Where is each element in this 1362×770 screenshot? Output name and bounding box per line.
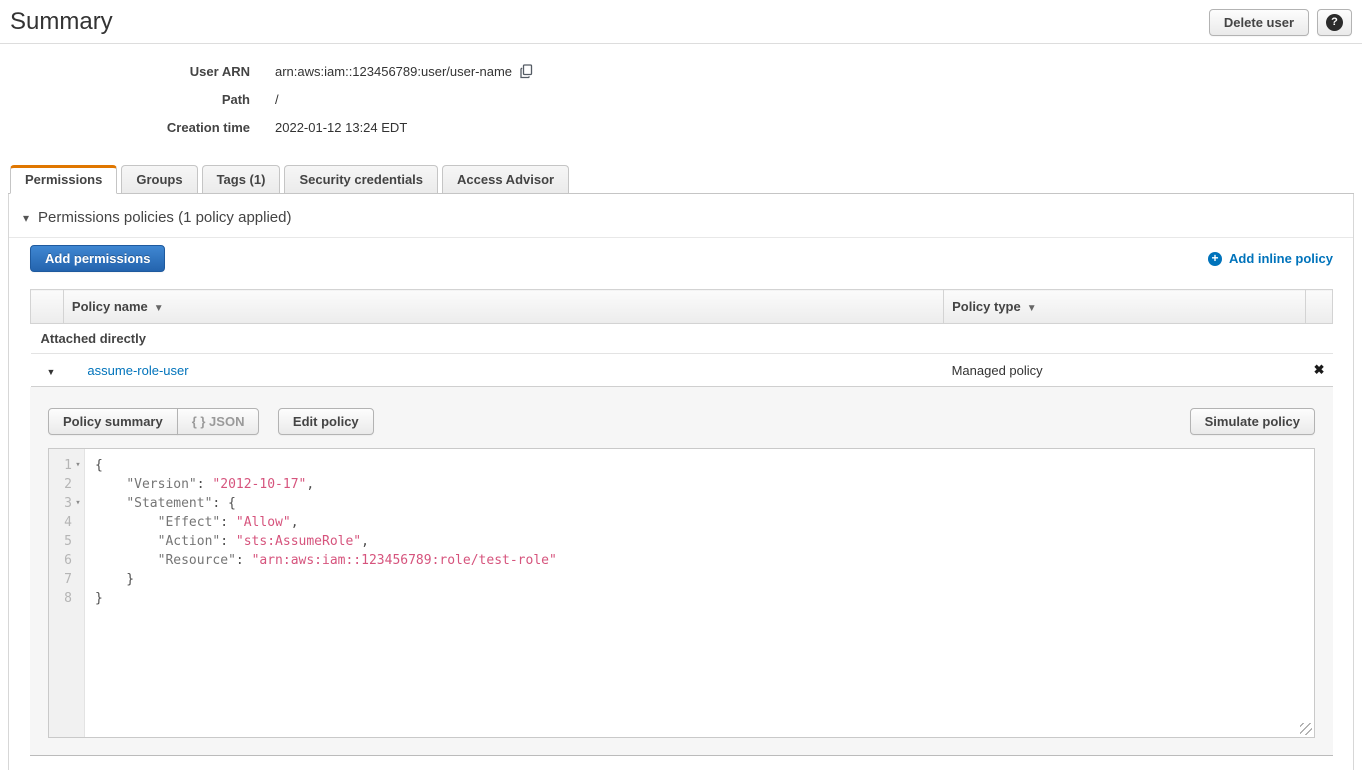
fold-caret-icon[interactable]: ▾ <box>72 456 84 475</box>
gutter-line: 3▾ <box>49 494 84 513</box>
tab-tags[interactable]: Tags (1) <box>202 165 281 193</box>
sort-caret-icon: ▼ <box>1027 303 1037 314</box>
policy-detail-toolbar: Policy summary { } JSON Edit policy Simu… <box>48 408 1315 435</box>
tab-permissions[interactable]: Permissions <box>10 165 117 194</box>
field-row-user-arn: User ARN arn:aws:iam::123456789:user/use… <box>0 57 1362 85</box>
header-actions: Delete user ? <box>1209 9 1352 36</box>
tab-security-credentials[interactable]: Security credentials <box>284 165 438 193</box>
gutter-line: 5 <box>49 532 84 551</box>
gutter-line: 6 <box>49 551 84 570</box>
gutter-line: 4 <box>49 513 84 532</box>
code-line: "Effect": "Allow", <box>95 513 1314 532</box>
creation-time-label: Creation time <box>0 120 250 135</box>
user-arn-value: arn:aws:iam::123456789:user/user-name <box>275 64 534 79</box>
copy-icon[interactable] <box>519 64 534 79</box>
user-arn-text: arn:aws:iam::123456789:user/user-name <box>275 64 512 79</box>
plus-circle-icon: + <box>1208 252 1222 266</box>
code-line: } <box>95 589 1314 608</box>
policy-detail-panel: Policy summary { } JSON Edit policy Simu… <box>30 387 1333 756</box>
policy-view-toggle: Policy summary { } JSON <box>48 408 259 435</box>
user-details: User ARN arn:aws:iam::123456789:user/use… <box>0 57 1362 141</box>
policy-type-column-header[interactable]: Policy type▼ <box>944 290 1306 324</box>
field-row-path: Path / <box>0 85 1362 113</box>
policy-summary-button[interactable]: Policy summary <box>48 408 178 435</box>
fold-caret-icon[interactable]: ▾ <box>72 494 84 513</box>
expand-policy-caret-icon[interactable]: ▼ <box>39 367 56 377</box>
permissions-policies-section-toggle[interactable]: ▾ Permissions policies (1 policy applied… <box>9 194 1353 226</box>
creation-time-value: 2022-01-12 13:24 EDT <box>275 120 407 135</box>
sort-caret-icon: ▼ <box>154 303 164 314</box>
expand-column-header <box>31 290 64 324</box>
gutter-line: 2 <box>49 475 84 494</box>
add-permissions-button[interactable]: Add permissions <box>30 245 165 272</box>
tab-bar: Permissions Groups Tags (1) Security cre… <box>8 163 1354 194</box>
code-line: "Statement": { <box>95 494 1314 513</box>
code-line: "Resource": "arn:aws:iam::123456789:role… <box>95 551 1314 570</box>
code-line: { <box>95 456 1314 475</box>
path-value: / <box>275 92 279 107</box>
gutter-line: 7 <box>49 570 84 589</box>
question-mark-icon: ? <box>1326 14 1343 31</box>
code-line: "Version": "2012-10-17", <box>95 475 1314 494</box>
policy-json-editor[interactable]: 1▾23▾45678 { "Version": "2012-10-17", "S… <box>48 448 1315 738</box>
permissions-policies-section-title: Permissions policies (1 policy applied) <box>38 209 291 226</box>
add-inline-policy-label: Add inline policy <box>1229 251 1333 266</box>
collapse-caret-icon: ▾ <box>23 211 29 225</box>
table-row: ▼ assume-role-user Managed policy ✖ <box>31 354 1333 387</box>
attached-directly-group-row: Attached directly <box>31 324 1333 354</box>
permissions-tab-panel: ▾ Permissions policies (1 policy applied… <box>8 194 1354 770</box>
code-line: } <box>95 570 1314 589</box>
page-header: Summary Delete user ? <box>0 0 1362 44</box>
policy-name-column-header[interactable]: Policy name▼ <box>63 290 943 324</box>
policy-table-container: Policy name▼ Policy type▼ Attached direc… <box>30 289 1333 756</box>
resize-handle[interactable] <box>1300 723 1312 735</box>
policy-table-header-row: Policy name▼ Policy type▼ <box>31 290 1333 324</box>
detach-policy-x-icon[interactable]: ✖ <box>1306 354 1333 387</box>
page-title: Summary <box>10 8 113 36</box>
edit-policy-button[interactable]: Edit policy <box>278 408 374 435</box>
actions-column-header <box>1306 290 1333 324</box>
editor-code[interactable]: { "Version": "2012-10-17", "Statement": … <box>85 449 1314 737</box>
help-button[interactable]: ? <box>1317 9 1352 36</box>
gutter-line: 1▾ <box>49 456 84 475</box>
field-row-creation-time: Creation time 2022-01-12 13:24 EDT <box>0 113 1362 141</box>
tab-groups[interactable]: Groups <box>121 165 197 193</box>
tab-access-advisor[interactable]: Access Advisor <box>442 165 569 193</box>
delete-user-button[interactable]: Delete user <box>1209 9 1309 36</box>
policy-name-link[interactable]: assume-role-user <box>87 363 188 378</box>
section-divider <box>9 237 1353 238</box>
simulate-policy-button[interactable]: Simulate policy <box>1190 408 1315 435</box>
policy-type-cell: Managed policy <box>944 354 1306 387</box>
path-label: Path <box>0 92 250 107</box>
gutter-line: 8 <box>49 589 84 608</box>
policy-view-buttons: Policy summary { } JSON Edit policy <box>48 408 374 435</box>
user-arn-label: User ARN <box>0 64 250 79</box>
policy-actions-row: Add permissions + Add inline policy <box>30 245 1333 272</box>
code-line: "Action": "sts:AssumeRole", <box>95 532 1314 551</box>
json-view-button[interactable]: { } JSON <box>177 408 260 435</box>
policy-table: Policy name▼ Policy type▼ Attached direc… <box>30 289 1333 387</box>
add-inline-policy-link[interactable]: + Add inline policy <box>1208 251 1333 266</box>
editor-gutter: 1▾23▾45678 <box>49 449 85 737</box>
attached-directly-label: Attached directly <box>31 324 1333 354</box>
